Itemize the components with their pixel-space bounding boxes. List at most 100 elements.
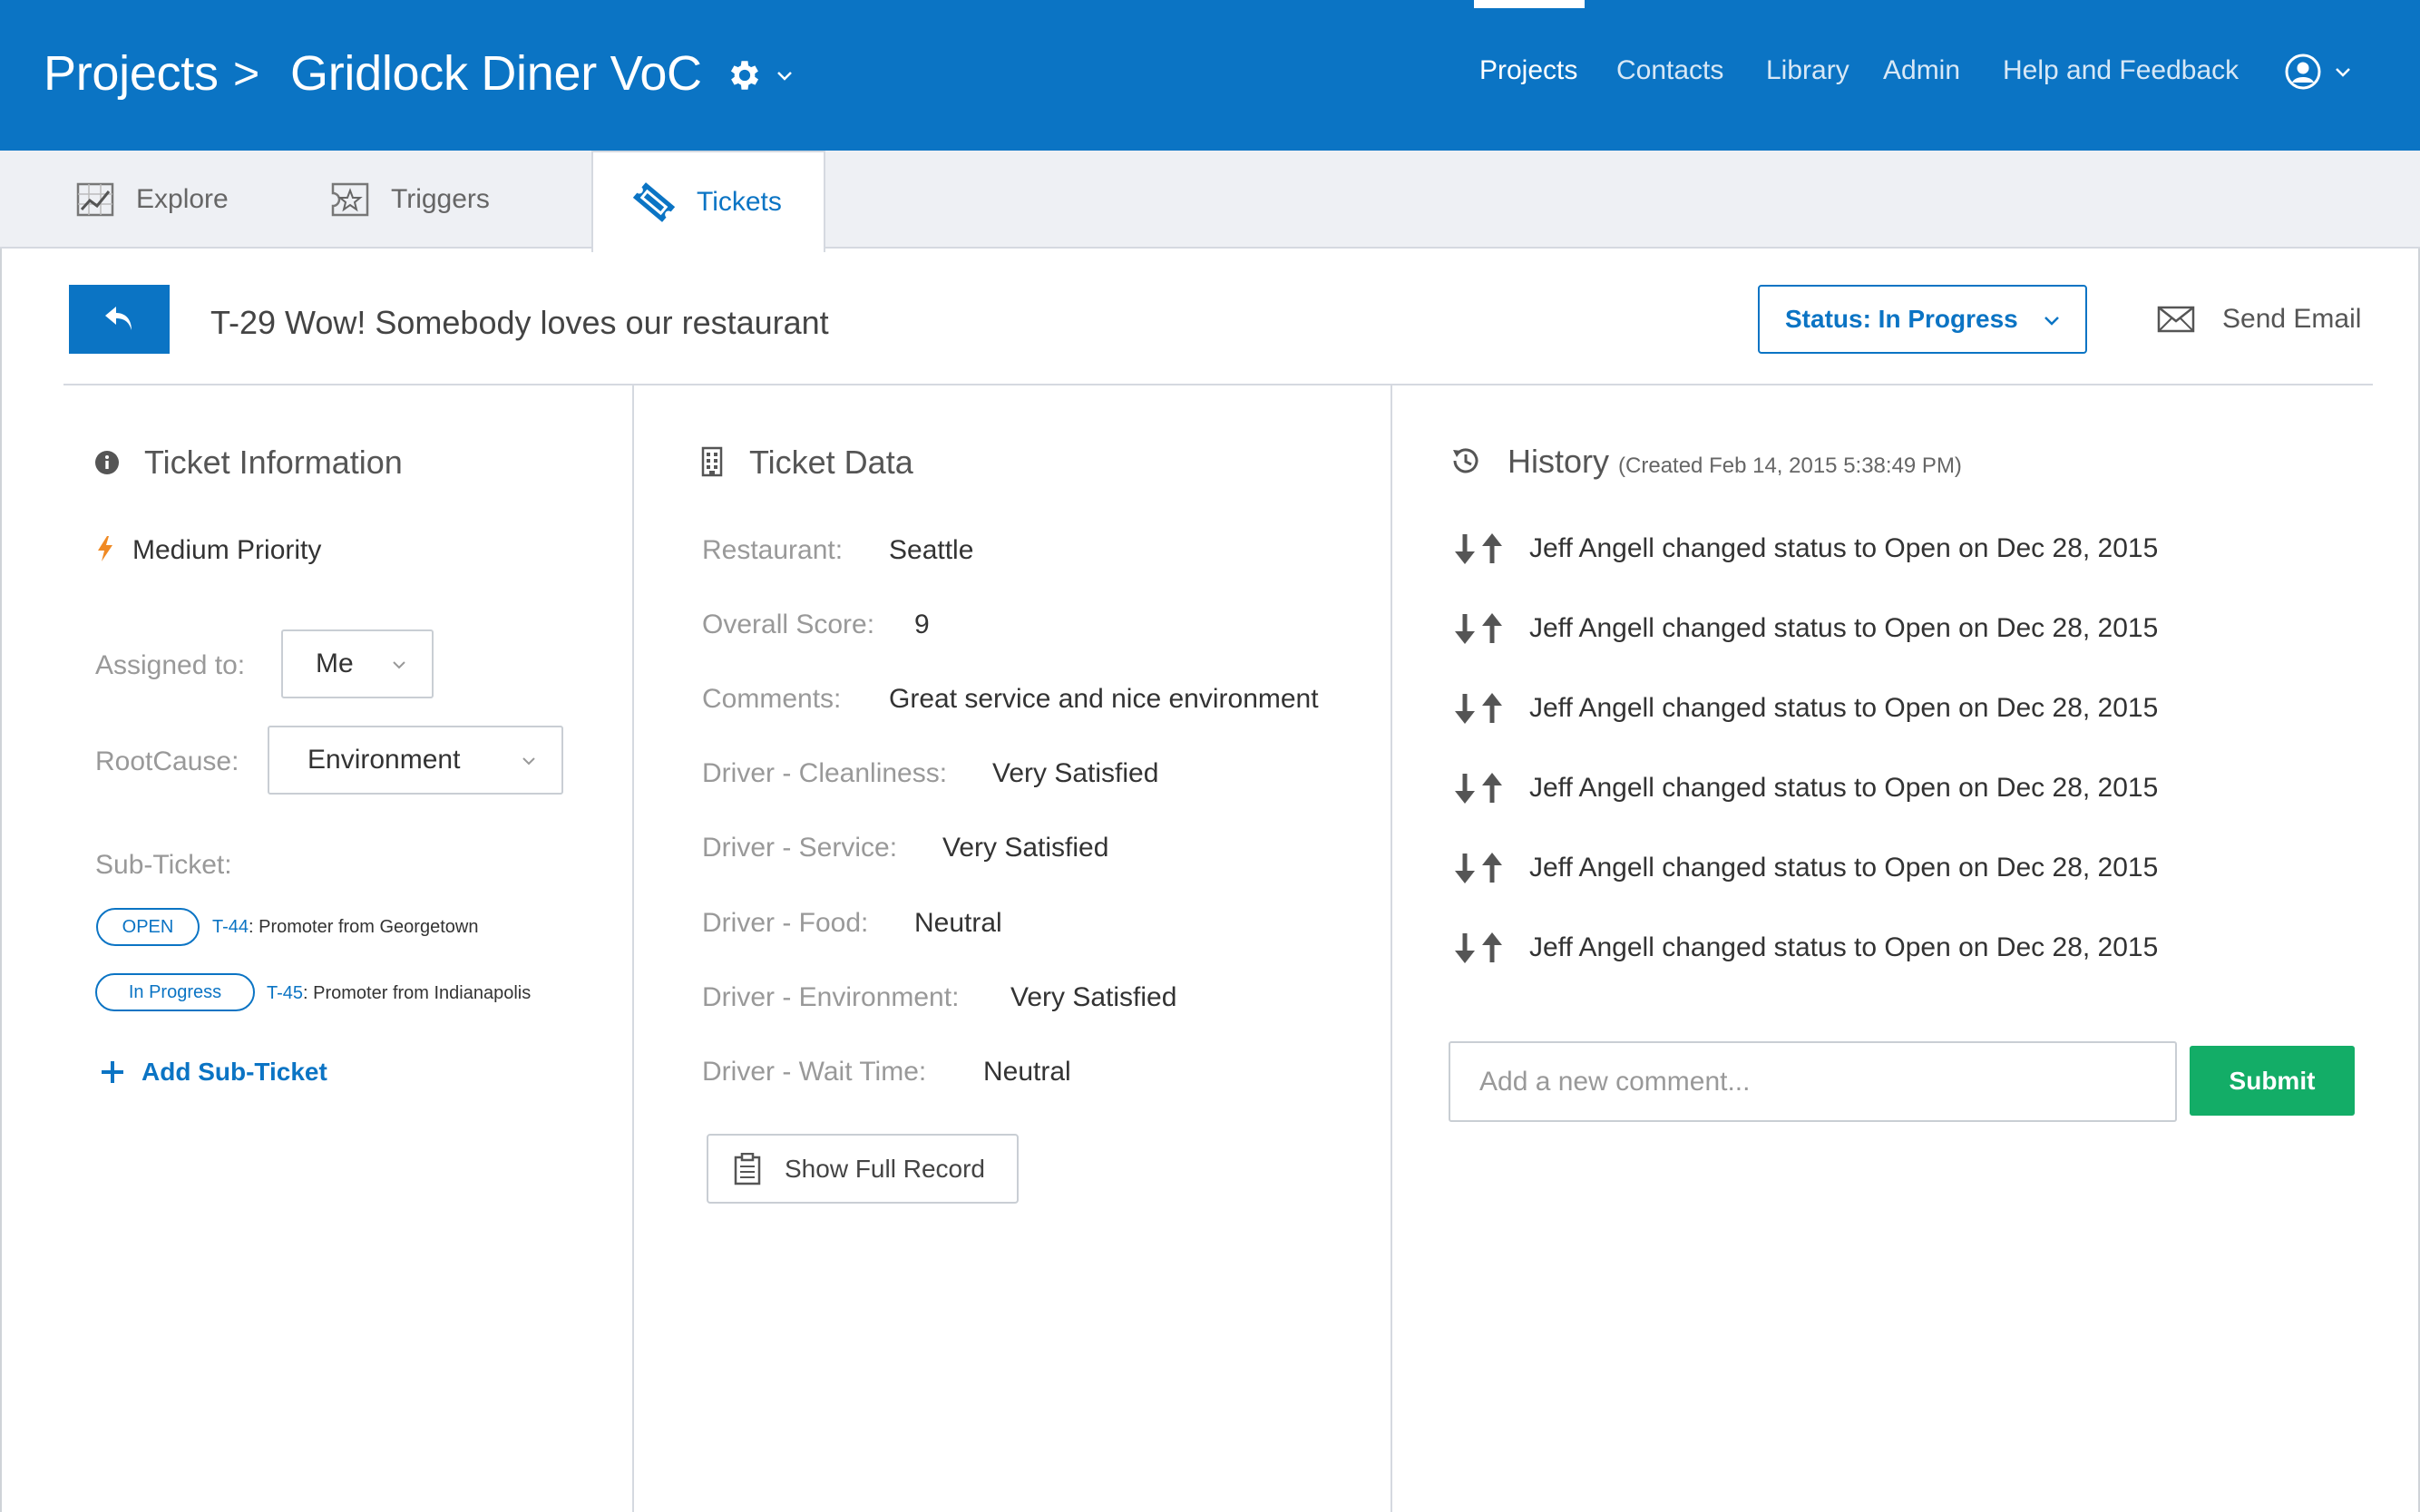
subticket-status-badge[interactable]: OPEN xyxy=(96,908,200,946)
assigned-to-value: Me xyxy=(316,649,354,678)
gear-icon[interactable] xyxy=(726,56,764,94)
history-entry: Jeff Angell changed status to Open on De… xyxy=(1451,611,2158,646)
chevron-down-icon xyxy=(393,661,405,669)
history-created-date: (Created Feb 14, 2015 5:38:49 PM) xyxy=(1618,454,1962,478)
status-dropdown[interactable]: Status: In Progress xyxy=(1758,285,2087,354)
history-entry-text: Jeff Angell changed status to Open on De… xyxy=(1529,533,2159,563)
tab-bar: Explore Triggers Tickets xyxy=(0,151,2420,252)
trigger-star-icon xyxy=(331,182,369,217)
column-divider-1 xyxy=(632,385,634,1512)
send-email-button[interactable]: Send Email xyxy=(2157,304,2361,335)
driver-cleanliness-label: Driver - Cleanliness: xyxy=(702,758,948,788)
history-entry: Jeff Angell changed status to Open on De… xyxy=(1451,532,2158,566)
nav-library[interactable]: Library xyxy=(1766,53,1849,89)
driver-environment-value: Very Satisfied xyxy=(1010,982,1177,1012)
building-icon xyxy=(701,446,723,477)
assigned-to-select[interactable]: Me xyxy=(281,629,434,698)
nav-projects[interactable]: Projects xyxy=(1479,53,1577,89)
up-down-arrows-icon xyxy=(1455,932,1502,963)
tab-tickets[interactable]: Tickets xyxy=(591,151,825,252)
assigned-to-label: Assigned to: xyxy=(95,650,246,680)
comments-value: Great service and nice environment xyxy=(889,684,1319,714)
subticket-description: : Promoter from Georgetown xyxy=(249,917,479,937)
rootcause-value: Environment xyxy=(307,745,461,775)
breadcrumb-projects[interactable]: Projects xyxy=(44,44,219,103)
history-entry-text: Jeff Angell changed status to Open on De… xyxy=(1529,932,2159,962)
driver-food-label: Driver - Food: xyxy=(702,908,869,938)
subticket-item: T-45: Promoter from Indianapolis xyxy=(267,981,531,1005)
history-entry: Jeff Angell changed status to Open on De… xyxy=(1451,851,2158,885)
driver-environment-label: Driver - Environment: xyxy=(702,982,960,1012)
history-entry: Jeff Angell changed status to Open on De… xyxy=(1451,691,2158,726)
ticket-data-heading: Ticket Data xyxy=(749,444,913,481)
ticket-icon xyxy=(632,182,676,222)
plus-icon xyxy=(102,1061,123,1083)
rootcause-label: RootCause: xyxy=(95,746,239,776)
send-email-label: Send Email xyxy=(2222,304,2362,334)
lightning-icon xyxy=(98,536,112,561)
history-entry-text: Jeff Angell changed status to Open on De… xyxy=(1529,773,2159,803)
history-entry: Jeff Angell changed status to Open on De… xyxy=(1451,931,2158,965)
submit-button[interactable]: Submit xyxy=(2190,1046,2355,1116)
history-title: History xyxy=(1508,443,1610,480)
rootcause-select[interactable]: Environment xyxy=(268,726,563,795)
restaurant-label: Restaurant: xyxy=(702,535,844,565)
up-down-arrows-icon xyxy=(1455,853,1502,883)
nav-admin[interactable]: Admin xyxy=(1883,53,1960,89)
envelope-icon xyxy=(2157,306,2195,333)
back-button[interactable] xyxy=(69,285,170,354)
subticket-label: Sub-Ticket: xyxy=(95,850,232,880)
reply-arrow-icon xyxy=(104,307,132,330)
column-divider-2 xyxy=(1391,385,1392,1512)
history-heading: History (Created Feb 14, 2015 5:38:49 PM… xyxy=(1508,442,1962,486)
tab-tickets-label: Tickets xyxy=(697,187,782,217)
clipboard-icon xyxy=(734,1152,761,1185)
tab-explore-label: Explore xyxy=(136,184,229,214)
history-entry-text: Jeff Angell changed status to Open on De… xyxy=(1529,613,2159,643)
history-entry: Jeff Angell changed status to Open on De… xyxy=(1451,771,2158,805)
chevron-down-icon[interactable] xyxy=(776,71,793,82)
driver-service-label: Driver - Service: xyxy=(702,833,898,863)
up-down-arrows-icon xyxy=(1455,773,1502,804)
top-bar: Projects > Gridlock Diner VoC Projects C… xyxy=(0,0,2420,151)
comment-input[interactable] xyxy=(1449,1041,2177,1122)
status-dropdown-label: Status: In Progress xyxy=(1785,305,2018,333)
chevron-down-icon xyxy=(2044,317,2059,326)
chevron-down-icon xyxy=(522,757,535,766)
driver-wait-time-value: Neutral xyxy=(983,1057,1071,1087)
up-down-arrows-icon xyxy=(1455,613,1502,644)
overall-score-label: Overall Score: xyxy=(702,610,875,639)
up-down-arrows-icon xyxy=(1455,533,1502,564)
header-divider xyxy=(63,384,2373,385)
driver-cleanliness-value: Very Satisfied xyxy=(992,758,1159,788)
up-down-arrows-icon xyxy=(1455,693,1502,724)
show-full-record-button[interactable]: Show Full Record xyxy=(707,1134,1019,1204)
tab-explore[interactable]: Explore xyxy=(76,151,229,249)
user-menu-chevron-icon[interactable] xyxy=(2335,67,2351,78)
clock-history-icon xyxy=(1453,448,1478,473)
tab-triggers-label: Triggers xyxy=(391,184,490,214)
nav-help-feedback[interactable]: Help and Feedback xyxy=(2003,53,2239,89)
subticket-item: T-44: Promoter from Georgetown xyxy=(212,915,478,939)
driver-food-value: Neutral xyxy=(914,908,1002,938)
project-title: Gridlock Diner VoC xyxy=(290,46,702,101)
tab-triggers[interactable]: Triggers xyxy=(331,151,490,249)
subticket-id-link[interactable]: T-44 xyxy=(212,917,249,937)
add-subticket-button[interactable]: Add Sub-Ticket xyxy=(100,1058,327,1087)
driver-service-value: Very Satisfied xyxy=(942,833,1109,863)
history-entry-text: Jeff Angell changed status to Open on De… xyxy=(1529,693,2159,723)
history-entry-text: Jeff Angell changed status to Open on De… xyxy=(1529,853,2159,883)
add-subticket-label: Add Sub-Ticket xyxy=(141,1058,327,1086)
chart-icon xyxy=(76,182,114,217)
priority-value: Medium Priority xyxy=(132,535,322,565)
ticket-information-heading: Ticket Information xyxy=(144,444,403,481)
overall-score-value: 9 xyxy=(914,610,930,639)
subticket-status-badge[interactable]: In Progress xyxy=(95,973,255,1011)
breadcrumb-separator: > xyxy=(233,48,260,99)
user-avatar-icon[interactable] xyxy=(2284,53,2322,91)
subticket-id-link[interactable]: T-45 xyxy=(267,983,303,1003)
show-full-record-label: Show Full Record xyxy=(785,1154,985,1183)
nav-contacts[interactable]: Contacts xyxy=(1616,53,1723,89)
subticket-description: : Promoter from Indianapolis xyxy=(303,983,532,1003)
comments-label: Comments: xyxy=(702,684,842,714)
